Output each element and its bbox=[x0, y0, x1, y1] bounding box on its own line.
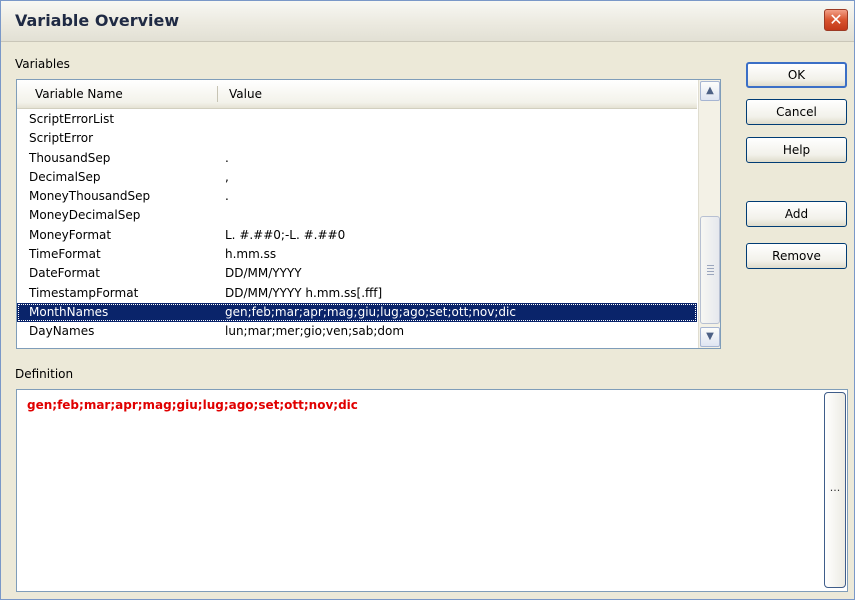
variable-name-cell: DateFormat bbox=[29, 266, 100, 281]
close-icon: ✕ bbox=[829, 10, 843, 29]
variable-value-cell: , bbox=[225, 169, 229, 184]
variable-name-cell: MoneyThousandSep bbox=[29, 189, 151, 204]
column-divider[interactable] bbox=[217, 86, 218, 102]
variable-overview-dialog: Variable Overview ✕ Variables Variable N… bbox=[0, 0, 855, 600]
variable-name-cell: MoneyFormat bbox=[29, 227, 112, 242]
list-item[interactable]: MoneyDecimalSep bbox=[17, 206, 697, 225]
variable-name-cell: DayNames bbox=[29, 324, 95, 339]
list-item[interactable]: MonthNames gen;feb;mar;apr;mag;giu;lug;ag… bbox=[17, 302, 697, 323]
definition-text: gen;feb;mar;apr;mag;giu;lug;ago;set;ott;… bbox=[27, 398, 358, 412]
list-item[interactable]: DateFormat DD/MM/YYYY bbox=[17, 264, 697, 283]
list-item[interactable]: MoneyFormat L. #.##0;-L. #.##0 bbox=[17, 226, 697, 245]
list-item[interactable]: TimeFormat h.mm.ss bbox=[17, 245, 697, 264]
variable-value-cell: . bbox=[225, 189, 229, 204]
column-header-value[interactable]: Value bbox=[229, 87, 262, 101]
scroll-up-button[interactable]: ▲ bbox=[700, 81, 720, 101]
list-header: Variable Name Value bbox=[17, 80, 697, 109]
ellipsis-icon: ... bbox=[829, 481, 841, 494]
list-item[interactable]: ThousandSep. bbox=[17, 149, 697, 168]
list-item[interactable]: DecimalSep, bbox=[17, 168, 697, 187]
grip-line bbox=[707, 271, 714, 272]
list-item[interactable]: MoneyThousandSep. bbox=[17, 187, 697, 206]
list-rows: ScriptErrorList ScriptError ThousandSep. De… bbox=[17, 110, 697, 342]
variable-name-cell: ScriptError bbox=[29, 131, 94, 146]
help-button[interactable]: Help bbox=[746, 137, 847, 163]
grip-line bbox=[707, 274, 714, 275]
list-item[interactable]: DayNames lun;mar;mer;gio;ven;sab;dom bbox=[17, 322, 697, 341]
definition-label: Definition bbox=[15, 367, 74, 381]
variable-name-cell: DecimalSep bbox=[29, 169, 101, 184]
close-button[interactable]: ✕ bbox=[824, 9, 848, 31]
variable-name-cell: TimeFormat bbox=[29, 247, 101, 262]
variable-value-cell: DD/MM/YYYY bbox=[225, 266, 302, 281]
chevron-down-icon: ▼ bbox=[706, 331, 714, 342]
variable-value-cell: lun;mar;mer;gio;ven;sab;dom bbox=[225, 324, 405, 339]
scroll-thumb[interactable] bbox=[700, 216, 720, 324]
remove-button[interactable]: Remove bbox=[746, 243, 847, 269]
column-header-variable-name[interactable]: Variable Name bbox=[35, 87, 123, 101]
variables-list[interactable]: Variable Name Value ScriptErrorList Scrip… bbox=[16, 79, 721, 349]
variable-value-cell: h.mm.ss bbox=[225, 247, 277, 262]
variable-name-cell: TimestampFormat bbox=[29, 285, 139, 300]
variable-name-cell: MoneyDecimalSep bbox=[29, 208, 141, 223]
list-item[interactable]: ScriptError bbox=[17, 129, 697, 148]
variable-value-cell: gen;feb;mar;apr;mag;giu;lug;ago;set;ott;… bbox=[225, 304, 516, 319]
variable-name-cell: MonthNames bbox=[29, 304, 109, 319]
chevron-up-icon: ▲ bbox=[706, 85, 714, 96]
browse-button[interactable]: ... bbox=[824, 392, 846, 588]
variable-name-cell: ScriptErrorList bbox=[29, 112, 115, 126]
grip-line bbox=[707, 268, 714, 269]
list-item[interactable]: TimestampFormat DD/MM/YYYY h.mm.ss[.fff] bbox=[17, 284, 697, 303]
scroll-down-button[interactable]: ▼ bbox=[700, 327, 720, 347]
variables-label: Variables bbox=[15, 57, 70, 71]
definition-textarea[interactable]: gen;feb;mar;apr;mag;giu;lug;ago;set;ott;… bbox=[16, 389, 848, 592]
vertical-scrollbar[interactable]: ▲ ▼ bbox=[698, 80, 720, 348]
variable-value-cell: L. #.##0;-L. #.##0 bbox=[225, 227, 346, 242]
variable-name-cell: ThousandSep bbox=[29, 150, 111, 165]
variable-value-cell: DD/MM/YYYY h.mm.ss[.fff] bbox=[225, 285, 383, 300]
variable-value-cell: . bbox=[225, 150, 229, 165]
ok-button[interactable]: OK bbox=[746, 62, 847, 88]
add-button[interactable]: Add bbox=[746, 201, 847, 227]
dialog-title: Variable Overview bbox=[15, 11, 180, 30]
grip-line bbox=[707, 265, 714, 266]
cancel-button[interactable]: Cancel bbox=[746, 99, 847, 125]
list-item[interactable]: ScriptErrorList bbox=[17, 110, 697, 129]
title-bar[interactable]: Variable Overview ✕ bbox=[1, 1, 854, 42]
